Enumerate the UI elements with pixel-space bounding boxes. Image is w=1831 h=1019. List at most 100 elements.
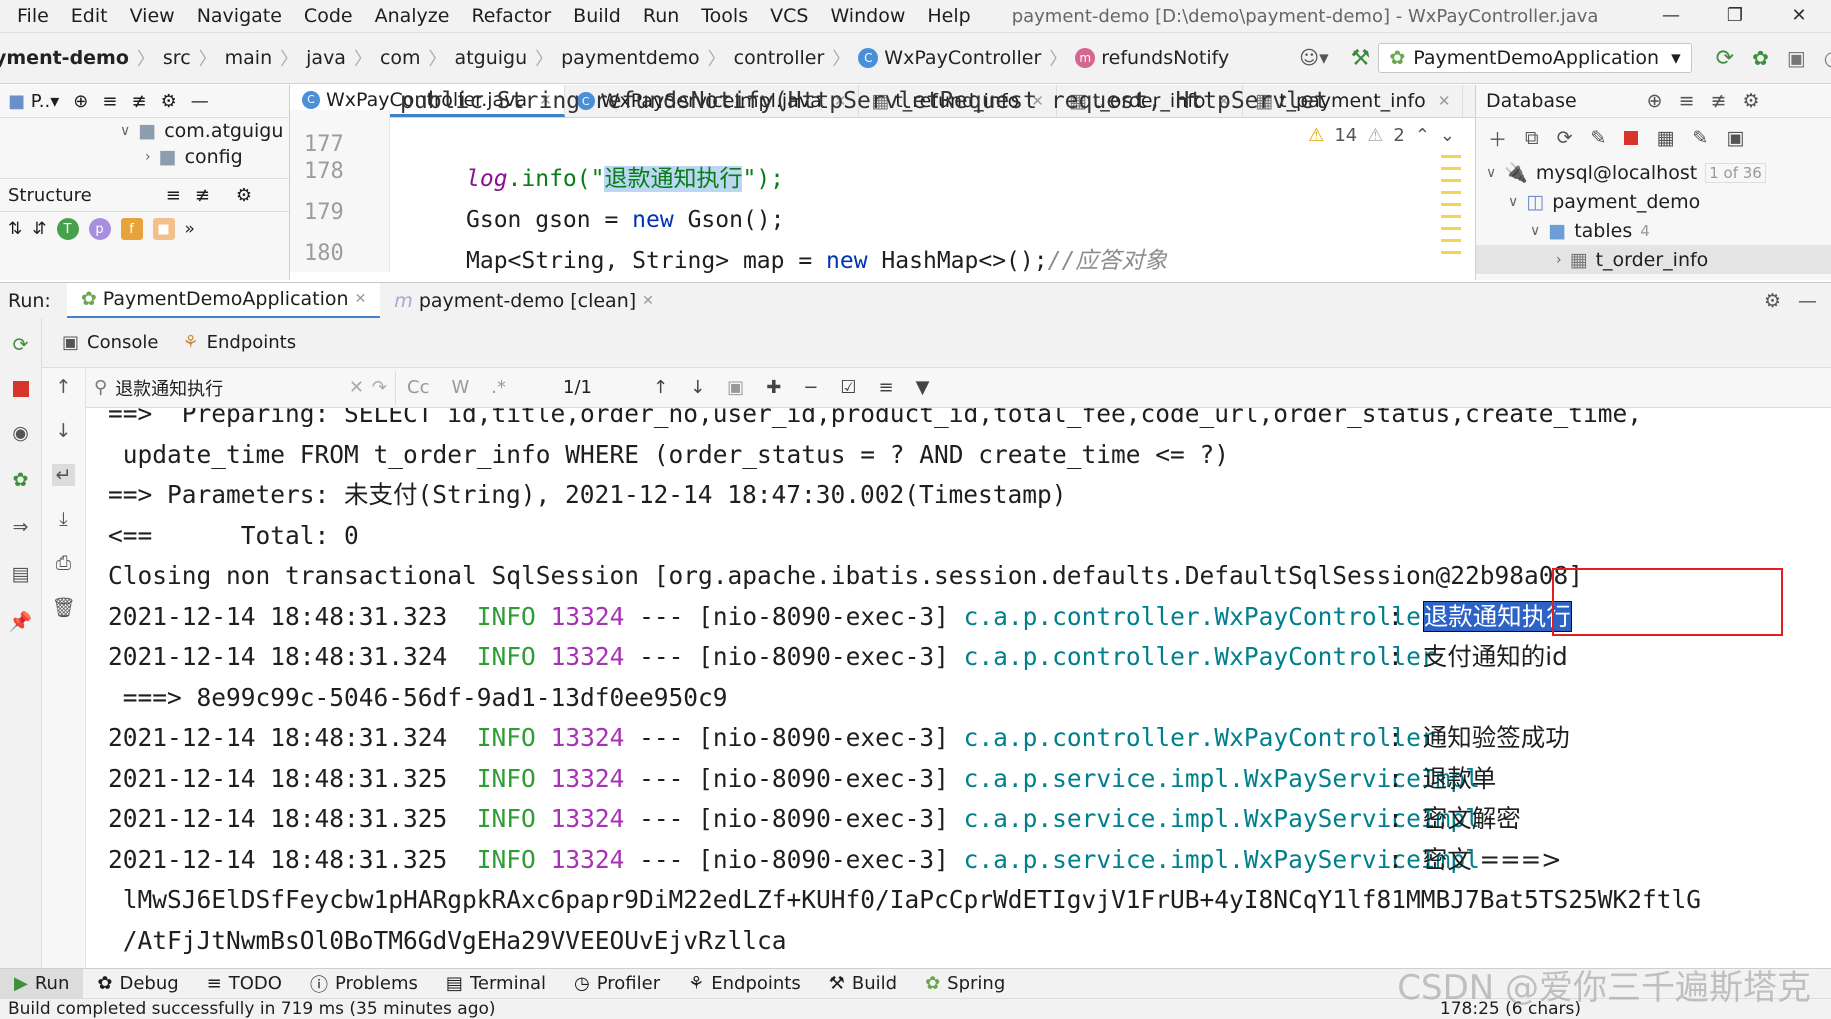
breadcrumb-main[interactable]: main [217,47,280,69]
stop-icon[interactable] [12,381,29,397]
menu-vcs[interactable]: VCS [759,5,819,27]
breadcrumb-atguigu[interactable]: atguigu [447,47,536,69]
menu-run[interactable]: Run [632,5,690,27]
show-properties-icon[interactable]: p [88,218,111,240]
regex-toggle[interactable]: .* [491,377,506,398]
db-item-tables[interactable]: ∨ ■ tables 4 [1476,216,1831,245]
locate-icon[interactable]: ⊕ [73,91,88,112]
breadcrumb-paymentdemo[interactable]: paymentdemo [553,47,708,69]
gear-icon[interactable]: ⚙ [161,91,177,112]
close-icon[interactable]: ✕ [1767,0,1831,32]
user-icon[interactable]: ☺▾ [1299,47,1328,69]
history-icon[interactable]: ↷ [372,377,387,398]
hide-icon[interactable]: — [191,91,209,112]
remove-selection-icon[interactable]: − [803,377,818,398]
minimize-icon[interactable]: — [1639,0,1703,32]
clear-icon[interactable]: ✕ [349,377,364,398]
toolwindow-todo[interactable]: ≡ TODO [193,969,296,998]
gear-icon[interactable]: ⚙ [1764,290,1781,312]
login-icon[interactable]: ⇒ [13,516,29,538]
words-toggle[interactable]: W [451,377,469,398]
tree-item-config[interactable]: › ■ config [10,144,289,170]
db-item-table[interactable]: › ▦ t_order_info [1476,245,1831,274]
collapse-icon[interactable]: ≢ [1711,90,1727,112]
menu-code[interactable]: Code [293,5,364,27]
hammer-icon[interactable]: ⚒ [1351,46,1371,71]
layout-icon[interactable]: ▤ [12,563,30,585]
breadcrumb-com[interactable]: com [372,47,429,69]
gear-icon[interactable]: ⚙ [236,185,252,206]
add-icon[interactable]: ＋ [1488,125,1507,152]
breadcrumb-class[interactable]: C WxPayController [850,47,1049,69]
expand-icon[interactable]: ≡ [166,185,181,206]
camera-icon[interactable]: ◉ [12,422,29,444]
subtab-endpoints[interactable]: ⚘ Endpoints [170,332,308,353]
multiline-icon[interactable]: ≡ [879,377,894,398]
db-item-connection[interactable]: ∨ 🔌 mysql@localhost 1 of 36 [1476,158,1831,187]
sort-alpha-icon[interactable]: ⇵ [32,219,46,239]
console-output[interactable]: ==> Preparing: SELECT id,title,order_no,… [86,408,1831,968]
menu-analyze[interactable]: Analyze [364,5,461,27]
sort-by-visibility-icon[interactable]: ⇅ [8,219,22,239]
show-inherited-icon[interactable]: f [120,218,143,240]
breadcrumb-src[interactable]: src [155,47,199,69]
toolwindow-debug[interactable]: ✿ Debug [83,969,192,998]
collapse-all-icon[interactable]: ≢ [131,91,146,112]
chevron-up-icon[interactable]: ⌃ [1415,125,1430,146]
find-input[interactable]: ⚲ 退款通知执行 ✕ ↷ [86,370,396,405]
show-fields-icon[interactable]: T [56,218,79,240]
toolwindow-terminal[interactable]: ▤ Terminal [432,969,560,998]
add-selection-icon[interactable]: ✚ [766,377,781,398]
select-all-icon[interactable]: ☑ [840,377,856,398]
chevron-down-icon[interactable]: ⌄ [1440,125,1455,146]
arrow-down-icon[interactable]: ↓ [56,420,72,442]
previous-match-icon[interactable]: ↑ [653,377,668,398]
code-area[interactable]: public String refundsNotify(HttpServletR… [400,87,1475,274]
coverage-icon[interactable]: ▣ [1787,46,1806,70]
show-non-public-icon[interactable]: ■ [152,218,175,240]
menu-build[interactable]: Build [562,5,632,27]
rerun-icon[interactable]: ⟳ [13,334,29,356]
edit-icon[interactable]: ✎ [1692,127,1708,149]
open-in-window-icon[interactable]: ▣ [727,377,744,398]
breadcrumb-project[interactable]: yment-demo [0,47,137,69]
menu-window[interactable]: Window [819,5,916,27]
stop-icon[interactable] [1624,131,1639,145]
subtab-console[interactable]: ▣ Console [50,332,170,353]
debug-icon[interactable]: ✿ [1752,46,1769,70]
expand-all-icon[interactable]: ≡ [102,91,117,112]
breadcrumb-controller[interactable]: controller [726,47,833,69]
schema-icon[interactable]: ✎ [1591,127,1607,149]
hide-icon[interactable]: — [1798,290,1817,312]
locate-icon[interactable]: ⊕ [1647,90,1663,112]
more-icon[interactable]: » [185,219,195,239]
menu-edit[interactable]: Edit [60,5,119,27]
menu-refactor[interactable]: Refactor [460,5,562,27]
menu-help[interactable]: Help [916,5,981,27]
collapse-icon[interactable]: ≢ [195,185,210,206]
breadcrumb-java[interactable]: java [298,47,354,69]
toolwindow-spring[interactable]: ✿ Spring [911,969,1019,998]
expand-icon[interactable]: ≡ [1679,90,1695,112]
menu-tools[interactable]: Tools [690,5,759,27]
maximize-icon[interactable]: ❐ [1703,0,1767,32]
tree-item-package[interactable]: ∨ ■ com.atguigu [10,118,289,144]
arrow-up-icon[interactable]: ↑ [56,376,72,398]
breadcrumb-method[interactable]: m refundsNotify [1067,47,1237,69]
close-tab-icon[interactable]: ✕ [355,291,367,307]
profile-icon[interactable]: ◷▾ [1824,46,1831,70]
close-tab-icon[interactable]: ✕ [642,293,654,309]
filter-icon[interactable]: ▼ [916,377,930,398]
next-match-icon[interactable]: ↓ [690,377,705,398]
run-configuration-select[interactable]: ✿ PaymentDemoApplication ▾ [1378,43,1692,73]
project-view-select[interactable]: ■ P..▾ [8,91,59,112]
print-icon[interactable]: ⎙ [56,552,71,574]
toolwindow-endpoints[interactable]: ⚘ Endpoints [674,969,815,998]
run-tab-maven[interactable]: m payment-demo [clean] ✕ [380,283,668,318]
inspection-widget[interactable]: ⚠ 14 ⚠ 2 ⌃ ⌄ [1308,125,1455,146]
toolwindow-profiler[interactable]: ◷ Profiler [560,969,674,998]
menu-navigate[interactable]: Navigate [186,5,293,27]
refresh-icon[interactable]: ⟳ [1557,127,1573,149]
match-case-toggle[interactable]: Cc [407,377,429,398]
pin-icon[interactable]: 📌 [9,610,33,633]
